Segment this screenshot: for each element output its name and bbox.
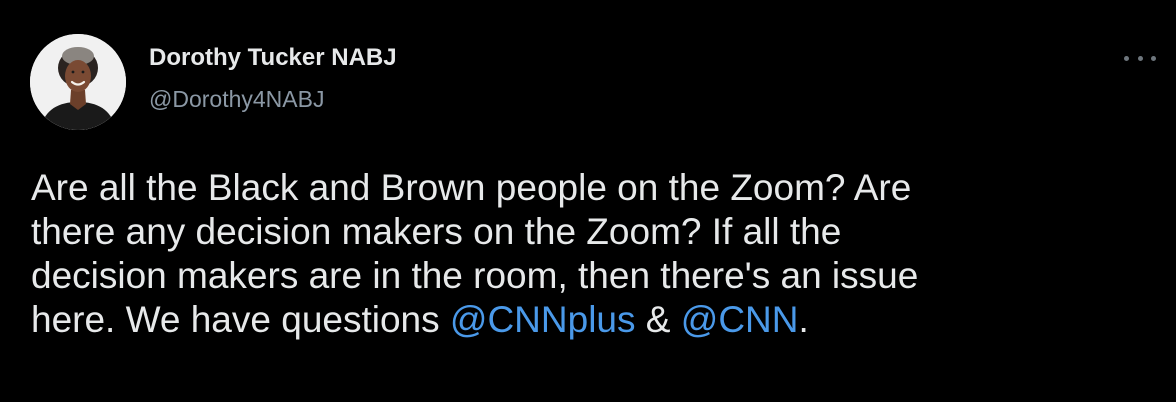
tweet-text-segment: & <box>635 299 681 340</box>
more-dot-icon <box>1151 55 1156 61</box>
tweet-text-line: here. We have questions @CNNplus & @CNN. <box>31 298 1161 342</box>
more-dot-icon <box>1137 55 1143 61</box>
more-dot-icon <box>1124 55 1129 61</box>
tweet-text-line: decision makers are in the room, then th… <box>31 255 919 296</box>
profile-photo-icon <box>30 34 126 130</box>
tweet-card: Dorothy Tucker NABJ @Dorothy4NABJ Are al… <box>0 0 1176 402</box>
tweet-text: Are all the Black and Brown people on th… <box>31 166 1161 342</box>
mention-link-cnn[interactable]: @CNN <box>681 299 799 340</box>
tweet-text-segment: here. We have questions <box>31 299 450 340</box>
author-display-name[interactable]: Dorothy Tucker NABJ <box>149 44 397 72</box>
tweet-text-segment: . <box>798 299 809 340</box>
tweet-text-line: there any decision makers on the Zoom? I… <box>31 211 842 252</box>
mention-link-cnnplus[interactable]: @CNNplus <box>450 299 636 340</box>
avatar[interactable] <box>30 34 126 130</box>
tweet-text-line: Are all the Black and Brown people on th… <box>31 167 912 208</box>
more-options-button[interactable] <box>1124 46 1156 70</box>
author-handle[interactable]: @Dorothy4NABJ <box>149 86 324 113</box>
